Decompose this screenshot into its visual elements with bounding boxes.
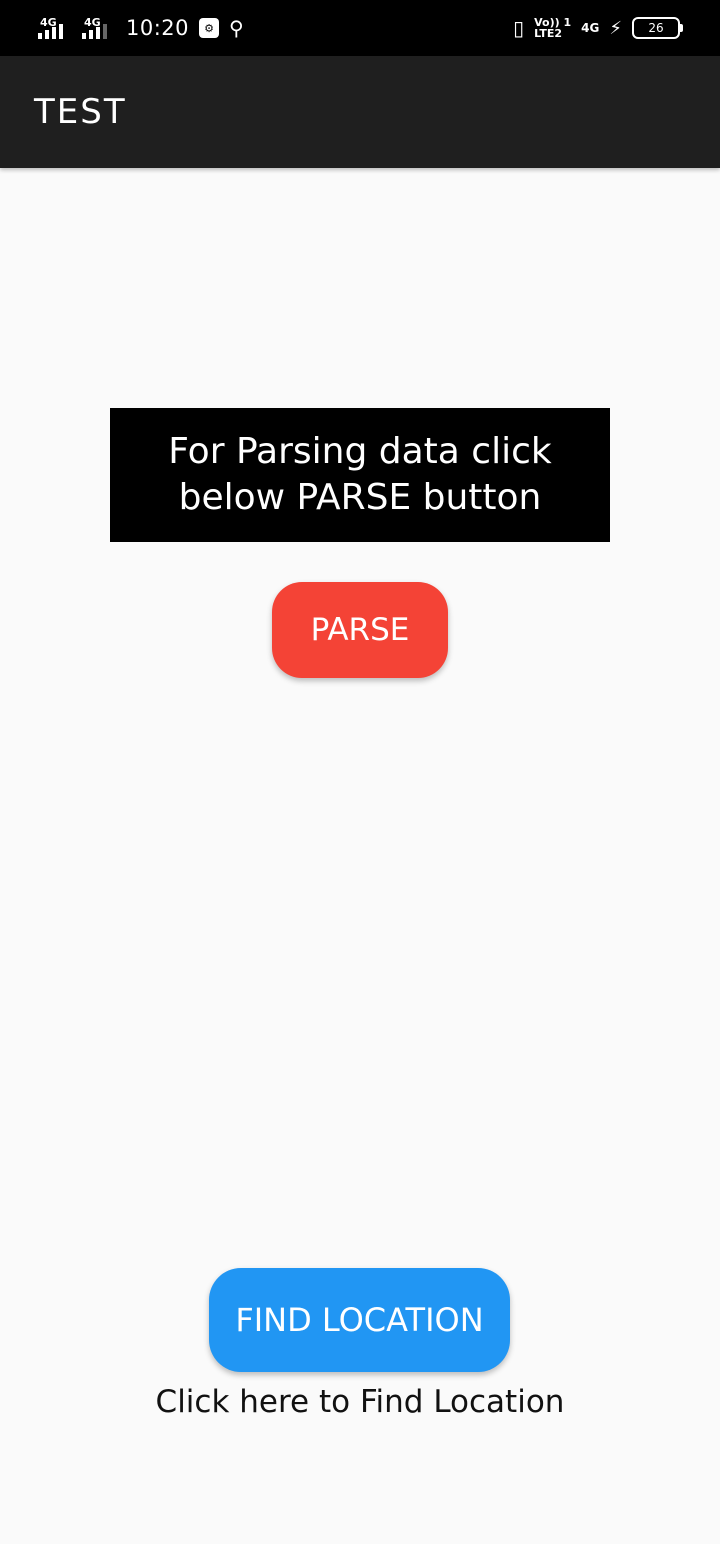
volte-line2: LTE2 [534,27,563,40]
battery-level: 26 [648,21,664,35]
parse-button[interactable]: PARSE [272,582,448,678]
parse-info-box: For Parsing data click below PARSE butto… [110,408,610,542]
battery-icon: 26 [632,17,683,39]
usb-debug-icon: ⚙ [199,18,220,38]
find-location-button-label: FIND LOCATION [235,1301,484,1339]
find-location-button[interactable]: FIND LOCATION [209,1268,510,1372]
bolt-icon: ⚡ [609,17,622,39]
parse-button-label: PARSE [310,612,410,648]
status-bar-left: 4G 4G 10:20 ⚙ ⚲ [38,0,244,56]
status-bar: 4G 4G 10:20 ⚙ ⚲ ▯ Vo)) 1 LTE2 4G ⚡ 26 [0,0,720,56]
status-bar-right: ▯ Vo)) 1 LTE2 4G ⚡ 26 [513,0,683,56]
volte-indicator: Vo)) 1 LTE2 [534,17,571,39]
vibrate-icon: ▯ [513,16,525,40]
app-bar: TEST [0,56,720,168]
parse-info-text: For Parsing data click below PARSE butto… [168,431,552,518]
app-title: TEST [34,92,127,132]
sim1-signal-icon: 4G [38,13,72,43]
usb-icon: ⚲ [229,16,244,40]
data-network-label: 4G [581,21,600,35]
status-clock: 10:20 [126,16,190,40]
sim2-signal-icon: 4G [82,13,116,43]
find-location-caption: Click here to Find Location [155,1384,565,1420]
